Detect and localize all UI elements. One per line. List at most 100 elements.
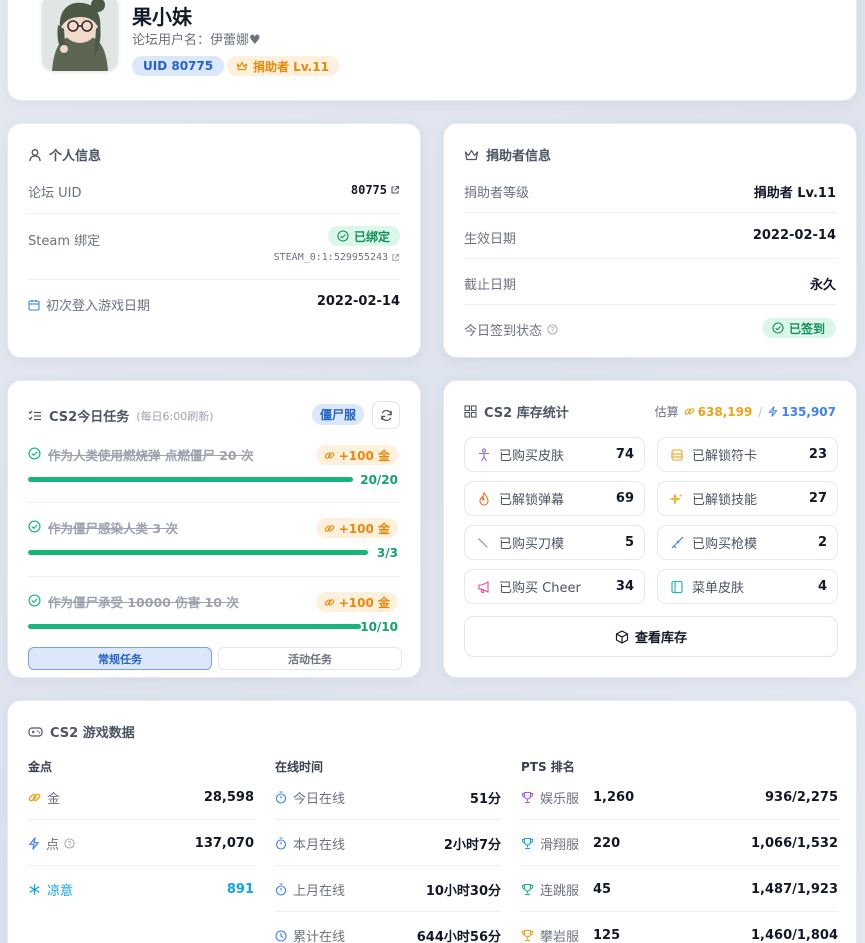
megaphone-icon: [477, 580, 491, 594]
trophy-icon: [521, 929, 534, 942]
online-value: 2小时7分: [443, 838, 501, 853]
checkin-status-text: 已签到: [788, 321, 825, 336]
divider: [275, 819, 501, 820]
calendar-icon: [28, 299, 40, 311]
check-circle-icon: [28, 594, 41, 607]
steam-id-link[interactable]: STEAM_0:1:529955243: [274, 252, 400, 263]
estimate-label: 估算: [654, 405, 679, 419]
game-data-title-text: CS2 游戏数据: [50, 726, 135, 741]
trophy-icon: [521, 883, 534, 896]
link-icon: [324, 597, 335, 608]
inventory-item-barrage[interactable]: 已解锁弹幕 69: [464, 481, 645, 516]
forum-uid-link[interactable]: 80775: [351, 183, 400, 197]
pts-server-label: 攀岩服: [540, 930, 580, 943]
inventory-item-knives[interactable]: 已购买刀模 5: [464, 525, 645, 560]
check-circle-icon: [28, 520, 41, 533]
donor-level-value: 捐助者 Lv.11: [753, 186, 836, 201]
inventory-item-label: 已解锁技能: [692, 493, 758, 508]
task-name: 作为人类使用燃烧弹 点燃僵尸 20 次: [48, 448, 254, 463]
link-icon: [684, 406, 695, 417]
personal-info-title: 个人信息: [28, 145, 101, 164]
inventory-item-value: 34: [615, 579, 634, 594]
inventory-item-value: 74: [615, 447, 634, 462]
pts-score: 220: [593, 836, 621, 851]
task-progress-count: 10/10: [360, 620, 398, 634]
inventory-item-label: 已购买枪模: [692, 537, 758, 552]
help-icon[interactable]: ?: [64, 838, 75, 849]
online-label: 上月在线: [293, 884, 346, 899]
box-icon: [615, 629, 629, 644]
server-tag[interactable]: 僵尸服: [311, 404, 364, 425]
knife-icon: [477, 536, 491, 550]
task-progress-count: 3/3: [376, 546, 398, 560]
gamepad-icon: [28, 726, 43, 738]
task-reward-text: +100 金: [338, 521, 390, 536]
pts-row-bhop: 连跳服 45 1,487/1,923: [521, 880, 838, 899]
steam-id-value: STEAM_0:1:529955243: [273, 252, 388, 263]
uid-badge-label: UID 80775: [143, 59, 214, 73]
personal-info-title-text: 个人信息: [49, 149, 102, 164]
first-login-label-row: 初次登入游戏日期: [28, 295, 150, 314]
task-item: 作为人类使用燃烧弹 点燃僵尸 20 次 +100 金 20/20: [28, 445, 402, 495]
inventory-item-skins[interactable]: 已购买皮肤 74: [464, 437, 645, 472]
sparkle-icon: [670, 492, 684, 506]
tab-regular-tasks[interactable]: 常规任务: [28, 647, 212, 670]
username-label: 论坛用户名：: [132, 33, 211, 48]
inventory-item-value: 23: [808, 447, 827, 462]
gold-icon: [28, 791, 41, 804]
donor-info-card: 捐助者信息 捐助者等级 捐助者 Lv.11 生效日期 2022-02-14 截止…: [443, 123, 857, 358]
pts-server-label: 娱乐服: [540, 792, 580, 807]
online-label: 本月在线: [293, 838, 346, 853]
inventory-item-label: 已解锁弹幕: [499, 493, 565, 508]
task-reward-text: +100 金: [338, 595, 390, 610]
external-link-icon: [391, 253, 400, 262]
inventory-title: CS2 库存统计: [464, 402, 569, 421]
snow-icon: [28, 883, 41, 896]
online-value: 10小时30分: [425, 884, 501, 899]
inventory-item-label: 已购买 Cheer: [499, 581, 581, 596]
task-item: 作为僵尸承受 10000 伤害 10 次 +100 金 10/10: [28, 592, 402, 642]
stopwatch-icon: [275, 883, 287, 896]
divider: [521, 819, 838, 820]
tab-event-label: 活动任务: [288, 652, 332, 666]
tab-event-tasks[interactable]: 活动任务: [218, 647, 402, 670]
view-inventory-button[interactable]: 查看库存: [464, 616, 838, 657]
check-circle-icon: [337, 230, 349, 242]
checkin-badge: 已签到: [761, 318, 836, 338]
donor-badge-label: 捐助者 Lv.11: [253, 59, 329, 74]
server-tag-text: 僵尸服: [319, 408, 356, 422]
online-column-head: 在线时间: [275, 760, 324, 774]
currency-coolness-row: 凉意 891: [28, 880, 254, 899]
pts-server-label: 连跳服: [540, 884, 580, 899]
pts-server-label: 滑翔服: [540, 838, 580, 853]
task-progress-count: 20/20: [360, 473, 398, 487]
checklist-icon: [28, 410, 42, 422]
divider: [28, 213, 400, 214]
crown-icon: [236, 60, 248, 72]
task-reward: +100 金: [315, 445, 398, 465]
inventory-item-menu-skins[interactable]: 菜单皮肤 4: [657, 569, 838, 604]
game-data-card: CS2 游戏数据 金点 在线时间 PTS 排名 金 28,598 点 ? 137…: [7, 700, 857, 943]
checkin-label: 今日签到状态: [464, 324, 543, 339]
inventory-item-value: 69: [615, 491, 634, 506]
task-name: 作为僵尸承受 10000 伤害 10 次: [48, 595, 239, 610]
refresh-button[interactable]: [372, 401, 400, 429]
avatar: [42, 0, 118, 71]
online-total-row: 累计在线 644小时56分: [275, 926, 501, 943]
crown-icon: [464, 148, 479, 162]
view-inventory-label: 查看库存: [634, 631, 687, 646]
inventory-item-cards[interactable]: 已解锁符卡 23: [657, 437, 838, 472]
inventory-item-cheer[interactable]: 已购买 Cheer 34: [464, 569, 645, 604]
inventory-item-skills[interactable]: 已解锁技能 27: [657, 481, 838, 516]
online-last-month-row: 上月在线 10小时30分: [275, 880, 501, 899]
inventory-item-guns[interactable]: 已购买枪模 2: [657, 525, 838, 560]
divider: [521, 865, 838, 866]
steam-bind-label: Steam 绑定: [28, 234, 101, 249]
help-icon[interactable]: ?: [547, 324, 558, 335]
steam-status-text: 已绑定: [353, 229, 390, 244]
inventory-item-value: 2: [817, 535, 827, 550]
gun-icon: [670, 536, 684, 550]
svg-text:?: ?: [551, 327, 555, 334]
task-item: 作为僵尸感染人类 3 次 +100 金 3/3: [28, 518, 402, 568]
check-circle-icon: [28, 447, 41, 460]
